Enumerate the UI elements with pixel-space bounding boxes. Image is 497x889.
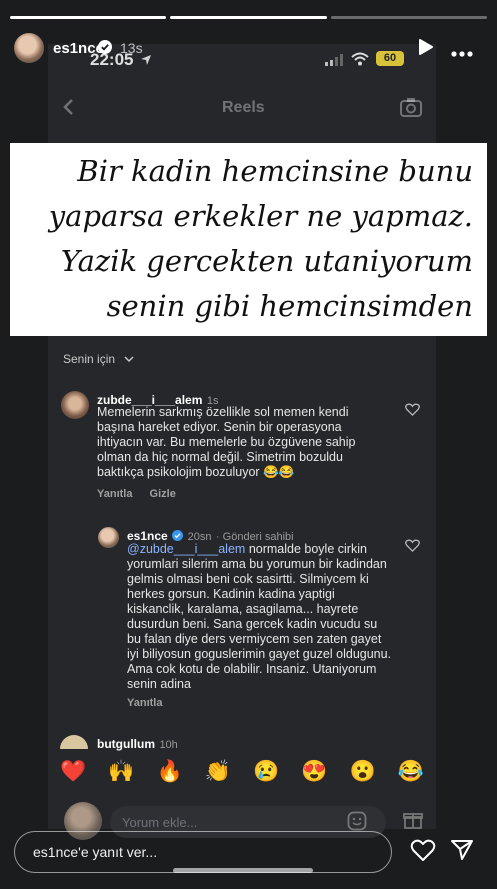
comment-header: butgullum 10h — [97, 735, 178, 753]
story-caption: Bir kadin hemcinsine bunu yaparsa erkekl… — [10, 143, 487, 336]
emoji-reaction[interactable]: 🙌 — [108, 760, 134, 784]
reply-link[interactable]: Yanıtla — [127, 697, 162, 709]
story-progress-segment — [170, 16, 327, 19]
story-age: 13s — [120, 40, 143, 56]
caption-line: Bir kadin hemcinsine bunu — [77, 154, 473, 188]
verified-badge-icon — [98, 40, 112, 54]
verified-badge-icon — [172, 530, 184, 541]
like-heart-icon[interactable] — [410, 839, 436, 867]
comment-time: 10h — [159, 739, 178, 751]
emoji-reaction-bar: ❤️ 🙌 🔥 👏 😢 😍 😮 😂 — [60, 760, 424, 784]
back-chevron-icon — [62, 98, 74, 121]
story-progress-segment — [10, 16, 167, 19]
wifi-icon — [351, 52, 369, 71]
comment-body: normalde boyle cirkin yorumlari silerim … — [127, 542, 392, 691]
chevron-down-icon — [124, 356, 134, 363]
emoji-reaction[interactable]: 😂 — [398, 760, 424, 784]
caption-line: Yazik gercekten utaniyorum — [60, 244, 473, 278]
gift-icon[interactable] — [403, 810, 423, 835]
camera-icon — [399, 96, 423, 123]
story-username[interactable]: es1nce — [53, 40, 104, 57]
comment-input-placeholder: Yorum ekle... — [122, 815, 198, 830]
story-avatar[interactable] — [14, 33, 44, 63]
comment-username[interactable]: butgullum — [97, 737, 155, 751]
story-reply-placeholder: es1nce'e yanıt ver... — [33, 844, 158, 860]
caption-line: yaparsa erkekler ne yapmaz. — [48, 199, 473, 233]
send-icon[interactable] — [450, 839, 474, 866]
comments-filter[interactable]: Senin için — [63, 352, 134, 366]
emoji-reaction[interactable]: ❤️ — [60, 760, 86, 784]
hide-link[interactable]: Gizle — [150, 488, 176, 500]
play-icon[interactable] — [418, 38, 434, 61]
home-indicator — [173, 868, 313, 873]
comment-text: Memelerin sarkmış özellikle sol memen ke… — [97, 405, 356, 479]
comment-username[interactable]: es1nce — [127, 529, 168, 543]
comment-avatar[interactable] — [61, 391, 89, 419]
emoji-reaction[interactable]: 🔥 — [157, 760, 183, 784]
emoji-reaction[interactable]: 😮 — [350, 760, 376, 784]
battery-indicator: 60 — [376, 51, 404, 66]
emoji-reaction[interactable]: 😢 — [253, 760, 279, 784]
emoji-reaction[interactable]: 👏 — [205, 760, 231, 784]
story-progress — [10, 16, 487, 19]
comment-actions: Yanıtla Gizle — [97, 488, 176, 500]
like-heart-icon[interactable] — [405, 539, 420, 557]
comments-filter-label: Senin için — [63, 352, 116, 366]
comment-actions: Yanıtla — [127, 697, 162, 709]
like-heart-icon[interactable] — [405, 403, 420, 421]
comment-avatar[interactable] — [98, 527, 119, 548]
more-options-icon[interactable] — [451, 44, 473, 62]
signal-icon — [325, 53, 345, 71]
emoji-reaction[interactable]: 😍 — [301, 760, 327, 784]
story-progress-segment — [330, 16, 487, 19]
screen-title: Reels — [222, 99, 265, 116]
reply-link[interactable]: Yanıtla — [97, 488, 132, 500]
caption-line: senin gibi hemcinsimden — [106, 289, 473, 323]
comment-mention[interactable]: @zubde___i___alem — [127, 542, 245, 556]
comment-text: @zubde___i___alem normalde boyle cirkin … — [127, 542, 392, 692]
